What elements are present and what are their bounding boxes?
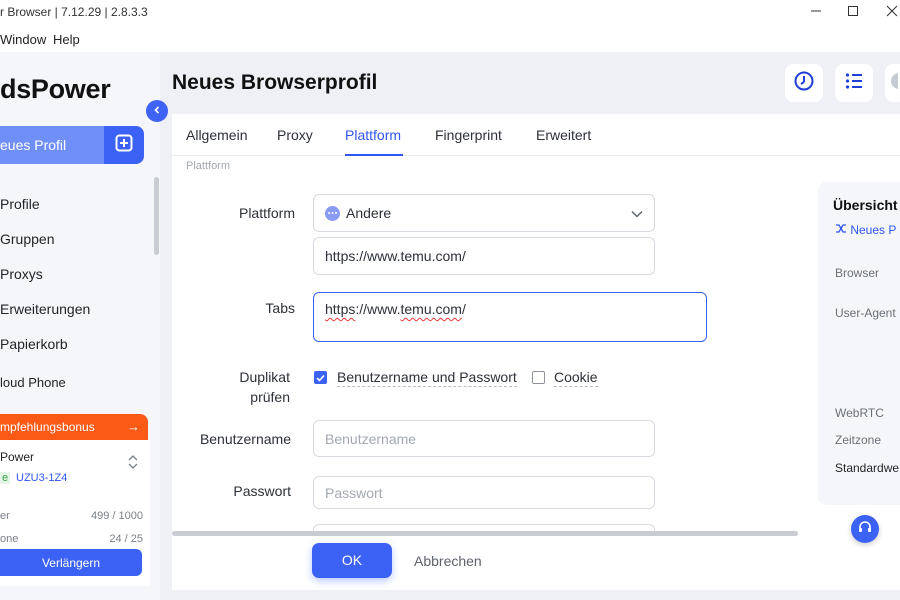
overview-new-profile-label: Neues P	[850, 223, 897, 237]
tab-advanced[interactable]: Erweitert	[536, 127, 591, 143]
tabs-value: https://www.temu.com/	[325, 301, 466, 317]
main-header: Neues Browserprofil	[160, 52, 900, 114]
shuffle-icon	[835, 223, 847, 237]
overview-new-profile-link[interactable]: Neues P	[835, 223, 896, 237]
cookie-checkbox[interactable]	[532, 371, 545, 384]
headset-icon	[857, 519, 873, 540]
tab-bar: Allgemein Proxy Plattform Fingerprint Er…	[172, 114, 900, 156]
tabs-value-prefix: https	[325, 301, 356, 317]
account-name: Power	[0, 450, 35, 464]
overview-key-timezone: Zeitzone	[835, 433, 882, 447]
overview-title: Übersicht	[833, 197, 898, 213]
userpass-checkbox-label[interactable]: Benutzername und Passwort	[337, 369, 517, 387]
clock-button[interactable]	[785, 64, 823, 102]
username-label: Benutzername	[199, 431, 291, 447]
password-placeholder: Passwort	[325, 484, 383, 501]
tab-general[interactable]: Allgemein	[186, 127, 247, 143]
platform-url-input[interactable]: https://www.temu.com/	[313, 237, 655, 275]
username-input[interactable]: Benutzername	[313, 420, 655, 457]
profile-form-panel: Allgemein Proxy Plattform Fingerprint Er…	[172, 114, 900, 590]
new-profile-label: eues Profil	[0, 137, 67, 153]
platform-label: Plattform	[238, 205, 295, 221]
switch-account-icon[interactable]	[127, 454, 139, 475]
clock-icon	[793, 70, 815, 97]
referral-bonus-label: mpfehlungsbonus	[0, 420, 95, 434]
ok-button[interactable]: OK	[312, 543, 392, 578]
tabs-textarea[interactable]: https://www.temu.com/	[313, 292, 707, 342]
duplicate-label-1: Duplikat	[239, 369, 290, 385]
menu-bar: Window Help	[0, 26, 900, 52]
usage-value-profiles: 499 / 1000	[91, 510, 143, 522]
overview-key-webrtc: WebRTC	[835, 406, 884, 420]
plan-badge: e	[0, 472, 11, 484]
new-profile-plus-button[interactable]	[104, 126, 144, 164]
tabs-value-word: temu.com	[400, 301, 462, 317]
close-icon	[886, 4, 898, 22]
usage-value-phone: 24 / 25	[109, 533, 143, 545]
collapse-sidebar-button[interactable]	[146, 100, 168, 122]
account-code: UZU3-1Z4	[16, 472, 68, 484]
checkmark-icon	[316, 369, 325, 387]
title-bar: r Browser | 7.12.29 | 2.8.3.3	[0, 0, 900, 26]
sidebar: dsPower eues Profil Profile Gruppen Prox…	[0, 52, 160, 600]
platform-value: Andere	[346, 205, 392, 221]
close-button[interactable]	[873, 0, 900, 26]
platform-select[interactable]: Andere	[313, 194, 655, 232]
platform-url-value: https://www.temu.com/	[325, 248, 466, 264]
footer-bar: OK Abbrechen	[172, 537, 900, 590]
chevron-down-icon	[631, 205, 643, 221]
sidebar-item-trash[interactable]: Papierkorb	[0, 336, 68, 352]
renew-button[interactable]: Verlängern	[0, 549, 142, 576]
tab-fingerprint[interactable]: Fingerprint	[435, 127, 502, 143]
sidebar-item-extensions[interactable]: Erweiterungen	[0, 301, 90, 317]
platform-dots-icon	[325, 205, 340, 221]
overview-key-browser: Browser	[835, 266, 880, 280]
tabs-value-mid: ://www.	[355, 301, 401, 317]
menu-help[interactable]: Help	[53, 32, 80, 47]
sidebar-item-cloud-phone[interactable]: loud Phone	[0, 375, 66, 390]
tab-proxy[interactable]: Proxy	[277, 127, 313, 143]
tabs-value-suffix: /	[461, 301, 466, 317]
maximize-button[interactable]	[834, 0, 872, 26]
arrow-right-icon: →	[127, 419, 140, 434]
avatar-icon	[888, 71, 900, 96]
list-icon	[844, 71, 864, 96]
new-profile-button[interactable]: eues Profil	[0, 126, 104, 164]
page-title: Neues Browserprofil	[172, 71, 378, 94]
overview-key-user-agent: User-Agent	[835, 306, 896, 320]
tabs-label: Tabs	[265, 300, 295, 316]
referral-bonus-banner[interactable]: mpfehlungsbonus →	[0, 414, 148, 440]
cancel-button[interactable]: Abbrechen	[414, 553, 482, 569]
userpass-checkbox[interactable]	[314, 371, 327, 384]
sidebar-item-groups[interactable]: Gruppen	[0, 231, 54, 247]
sidebar-item-profile[interactable]: Profile	[0, 196, 40, 212]
usage-label-profiles: er	[0, 510, 10, 522]
bottom-strip	[160, 590, 900, 600]
user-avatar-button[interactable]	[885, 64, 900, 102]
chevron-left-icon	[152, 102, 162, 120]
minimize-button[interactable]	[797, 0, 835, 26]
overview-key-default: Standardwe	[835, 461, 900, 475]
menu-window[interactable]: Window	[0, 32, 46, 47]
sidebar-item-proxies[interactable]: Proxys	[0, 266, 43, 282]
list-button[interactable]	[835, 64, 873, 102]
usage-label-phone: one	[0, 533, 19, 545]
section-label: Plattform	[186, 160, 231, 172]
overview-panel: Übersicht Neues P Browser User-Agent Web…	[818, 182, 900, 505]
window-title: r Browser | 7.12.29 | 2.8.3.3	[0, 5, 148, 19]
support-chat-button[interactable]	[851, 515, 879, 543]
horizontal-scrollbar[interactable]	[172, 531, 798, 536]
maximize-icon	[847, 4, 859, 22]
add-icon	[115, 134, 133, 157]
password-input[interactable]: Passwort	[313, 476, 655, 509]
minimize-icon	[810, 4, 822, 22]
username-placeholder: Benutzername	[325, 430, 417, 447]
cookie-checkbox-label[interactable]: Cookie	[554, 369, 598, 387]
duplicate-label-2: prüfen	[250, 389, 290, 405]
password-label: Passwort	[233, 483, 291, 499]
brand-logo: dsPower	[0, 74, 111, 104]
tab-platform[interactable]: Plattform	[345, 127, 401, 143]
active-tab-indicator	[345, 154, 403, 156]
sidebar-scrollbar[interactable]	[154, 177, 159, 255]
